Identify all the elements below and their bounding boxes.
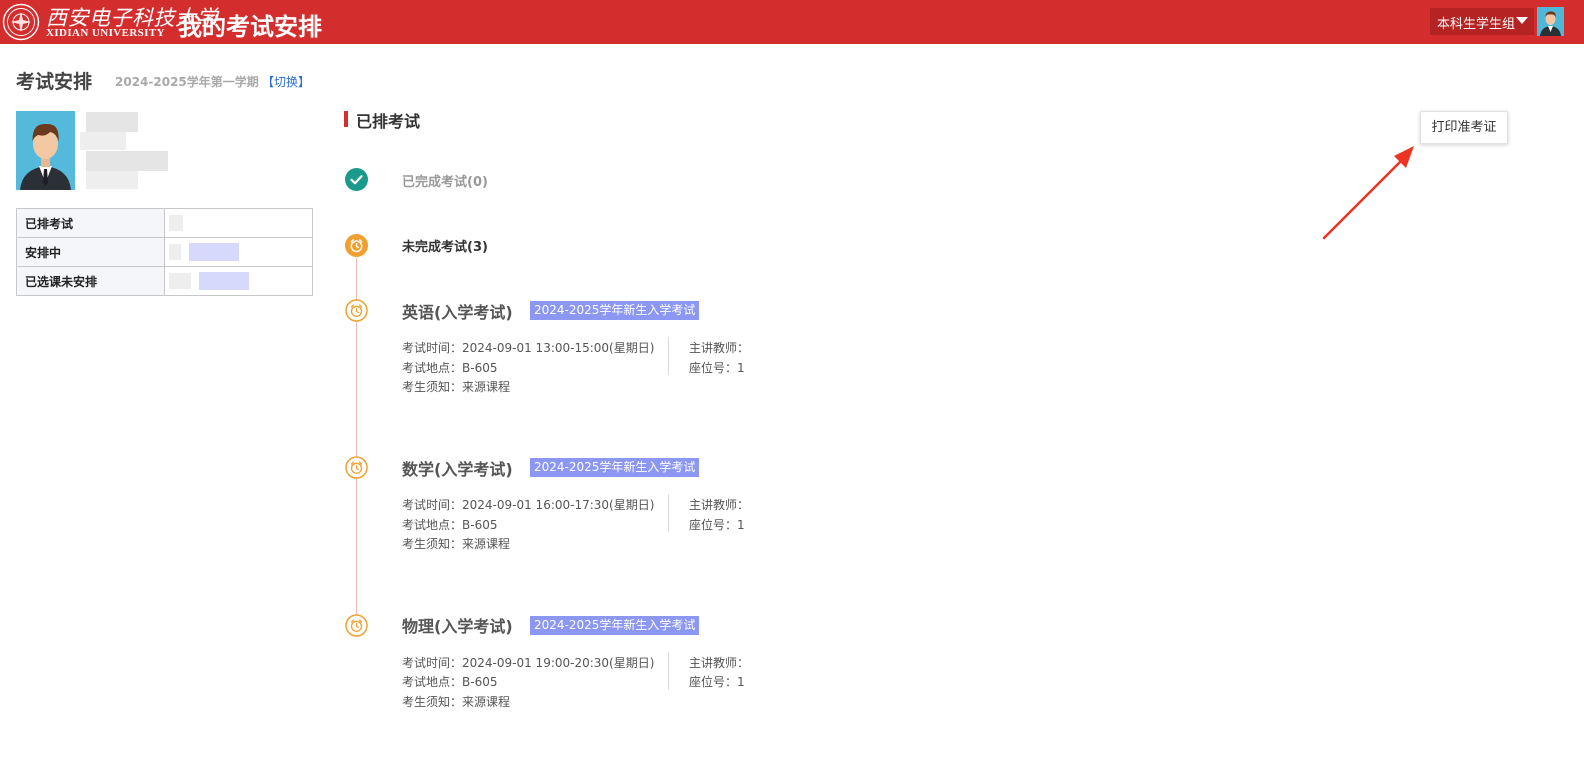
table-row: 已排考试 <box>16 208 313 238</box>
exam-notice: 考生须知：来源课程 <box>402 537 511 551</box>
exam-notice: 考生须知：来源课程 <box>402 695 511 709</box>
alarm-clock-icon <box>345 234 368 257</box>
print-admission-ticket-button[interactable]: 打印准考证 <box>1420 111 1508 144</box>
exam-time: 考试时间：2024-09-01 19:00-20:30(星期日) <box>402 656 655 670</box>
alarm-clock-icon <box>345 299 368 322</box>
blurred-student-class <box>86 171 138 189</box>
semester-label: 2024-2025学年第一学期 <box>115 75 259 89</box>
alarm-clock-icon <box>345 456 368 479</box>
table-row: 安排中 <box>16 237 313 267</box>
blurred-value <box>169 244 181 260</box>
exam-location: 考试地点：B-605 <box>402 361 498 375</box>
exam-teacher: 主讲教师： <box>689 341 750 355</box>
role-dropdown[interactable]: 本科生学生组 <box>1430 8 1534 35</box>
blurred-student-id <box>80 132 126 150</box>
exam-batch-tag: 2024-2025学年新生入学考试 <box>530 458 700 477</box>
exam-notice: 考生须知：来源课程 <box>402 380 511 394</box>
blurred-student-major <box>86 151 168 171</box>
student-avatar-icon <box>16 111 75 190</box>
exam-stats-table: 已排考试 安排中 已选课未安排 <box>16 208 313 296</box>
exam-location: 考试地点：B-605 <box>402 518 498 532</box>
student-photo <box>16 111 75 190</box>
section-accent-bar <box>344 111 348 127</box>
exam-divider <box>668 494 669 532</box>
exam-name: 物理(入学考试) <box>402 617 513 636</box>
stat-value-arranging <box>164 237 313 267</box>
caret-down-icon <box>1516 17 1528 24</box>
exam-seat: 座位号：1 <box>689 518 745 532</box>
exam-batch-tag: 2024-2025学年新生入学考试 <box>530 616 700 635</box>
stat-label-unscheduled: 已选课未安排 <box>16 266 165 296</box>
blurred-value <box>169 215 183 231</box>
exam-seat: 座位号：1 <box>689 675 745 689</box>
table-row: 已选课未安排 <box>16 266 313 296</box>
exam-divider <box>668 652 669 690</box>
stat-value-scheduled <box>164 208 313 238</box>
red-pointer-arrow-icon <box>1322 146 1414 240</box>
exam-time: 考试时间：2024-09-01 13:00-15:00(星期日) <box>402 341 655 355</box>
app-title: 我的考试安排 <box>178 13 322 41</box>
exam-teacher: 主讲教师： <box>689 498 750 512</box>
blurred-link[interactable] <box>189 243 239 261</box>
switch-semester-link[interactable]: 【切换】 <box>262 73 310 90</box>
stat-label-arranging: 安排中 <box>16 237 165 267</box>
section-title: 已排考试 <box>356 112 421 131</box>
stat-label-scheduled: 已排考试 <box>16 208 165 238</box>
completed-exams-label: 已完成考试(0) <box>402 175 488 190</box>
exam-name: 英语(入学考试) <box>402 303 513 322</box>
role-label: 本科生学生组 <box>1437 17 1516 32</box>
check-circle-icon <box>345 168 368 191</box>
exam-divider <box>668 337 669 375</box>
exam-time: 考试时间：2024-09-01 16:00-17:30(星期日) <box>402 498 655 512</box>
university-seal-icon <box>2 3 40 41</box>
university-name-en: XIDIAN UNIVERSITY <box>46 27 165 39</box>
person-avatar-icon <box>1537 7 1564 36</box>
exam-teacher: 主讲教师： <box>689 656 750 670</box>
exam-name: 数学(入学考试) <box>402 460 513 479</box>
blurred-value <box>169 273 191 289</box>
exam-location: 考试地点：B-605 <box>402 675 498 689</box>
exam-seat: 座位号：1 <box>689 361 745 375</box>
alarm-clock-icon <box>345 614 368 637</box>
user-avatar[interactable] <box>1537 7 1564 36</box>
stat-value-unscheduled <box>164 266 313 296</box>
page-title: 考试安排 <box>16 71 93 93</box>
blurred-student-name <box>86 112 138 132</box>
blurred-link[interactable] <box>199 272 249 290</box>
pending-exams-label: 未完成考试(3) <box>402 240 488 255</box>
top-header: 西安电子科技大学 XIDIAN UNIVERSITY 我的考试安排 本科生学生组 <box>0 0 1584 44</box>
exam-batch-tag: 2024-2025学年新生入学考试 <box>530 301 700 320</box>
